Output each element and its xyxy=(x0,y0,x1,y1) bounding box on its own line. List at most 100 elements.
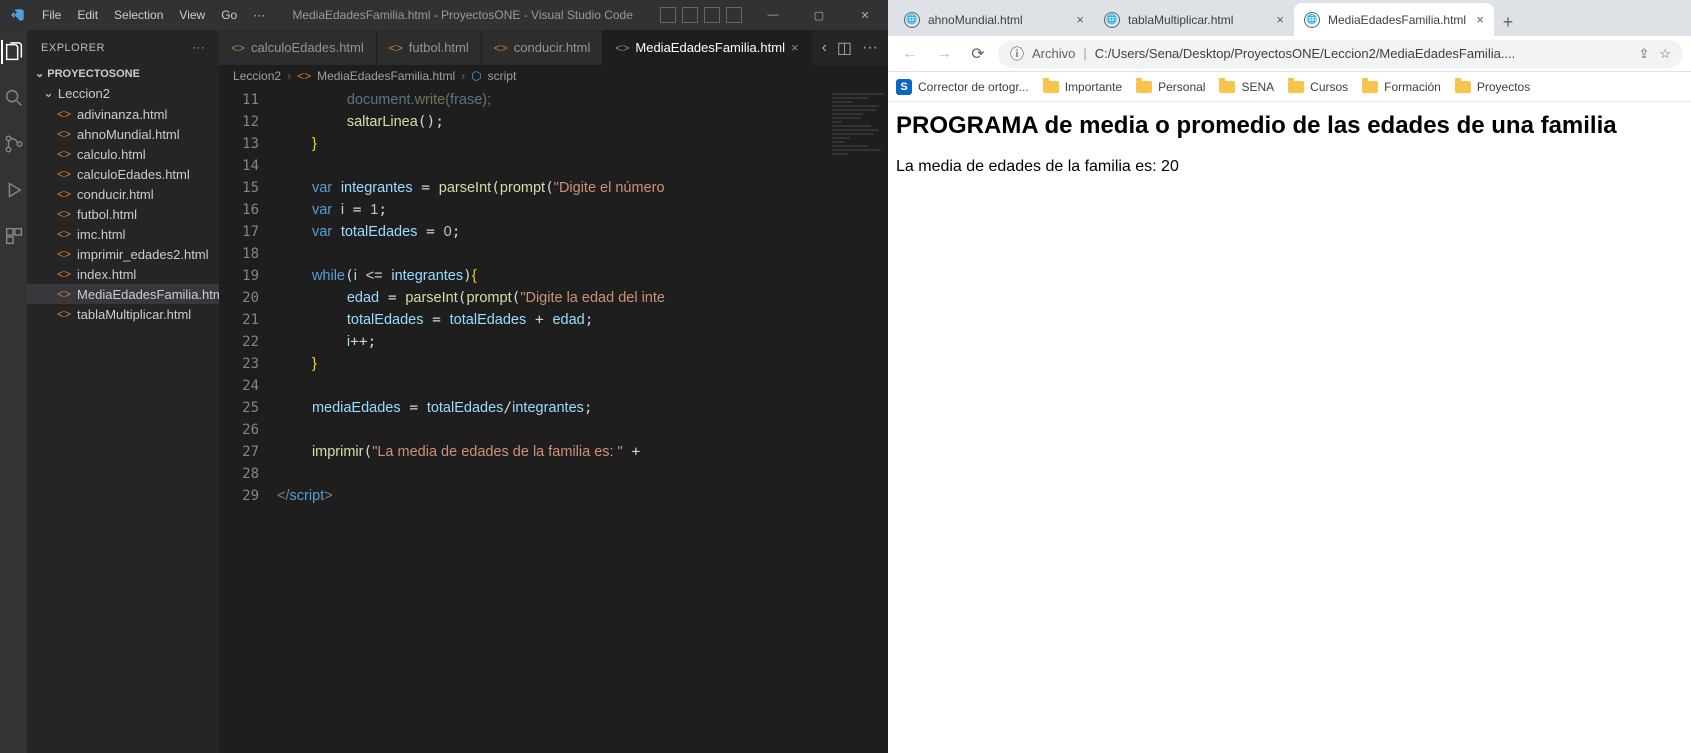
layout-icon[interactable] xyxy=(704,7,720,23)
close-icon[interactable]: × xyxy=(791,40,799,55)
minimize-button[interactable]: — xyxy=(750,0,796,30)
explorer-sidebar: EXPLORER ··· ⌄ PROYECTOSONE ⌄ Leccion2 <… xyxy=(27,30,219,753)
split-editor-icon[interactable]: ◫ xyxy=(837,38,852,58)
code-token: var xyxy=(312,224,332,240)
editor-tab[interactable]: <>calculoEdades.html xyxy=(219,30,377,65)
explorer-icon[interactable] xyxy=(1,40,25,64)
bookmark-item[interactable]: SENA xyxy=(1219,80,1274,94)
html-file-icon: <> xyxy=(57,267,71,281)
editor-area: <>calculoEdades.html<>futbol.html<>condu… xyxy=(219,30,888,753)
breadcrumb-segment[interactable]: script xyxy=(488,69,517,83)
breadcrumb[interactable]: Leccion2 › <> MediaEdadesFamilia.html › … xyxy=(219,65,888,87)
menu-go[interactable]: Go xyxy=(213,8,245,22)
search-icon[interactable] xyxy=(2,86,26,110)
code-token: edad xyxy=(552,312,584,328)
bookmark-item[interactable]: Personal xyxy=(1136,80,1205,94)
explorer-label: EXPLORER xyxy=(41,42,105,54)
layout-controls[interactable] xyxy=(652,7,750,23)
html-file-icon: <> xyxy=(57,287,71,301)
bookmark-item[interactable]: SCorrector de ortogr... xyxy=(896,79,1029,95)
editor-tab[interactable]: <> MediaEdadesFamilia.html × xyxy=(603,30,811,65)
tab-label: MediaEdadesFamilia.html xyxy=(635,40,785,55)
code-token: script xyxy=(290,488,325,504)
html-file-icon: <> xyxy=(57,107,71,121)
file-item[interactable]: <>tablaMultiplicar.html xyxy=(27,304,219,324)
file-item[interactable]: <>adivinanza.html xyxy=(27,104,219,124)
breadcrumb-segment[interactable]: Leccion2 xyxy=(233,69,281,83)
maximize-button[interactable]: ▢ xyxy=(796,0,842,30)
forward-button[interactable]: → xyxy=(930,40,958,68)
page-heading: PROGRAMA de media o promedio de las edad… xyxy=(896,112,1683,140)
html-file-icon: <> xyxy=(615,41,629,55)
code-token: prompt xyxy=(466,290,511,306)
chevron-left-icon[interactable]: ‹ xyxy=(822,39,827,57)
file-item[interactable]: <>conducir.html xyxy=(27,184,219,204)
folder-icon xyxy=(1288,81,1304,93)
breadcrumb-segment[interactable]: MediaEdadesFamilia.html xyxy=(317,69,455,83)
layout-icon[interactable] xyxy=(726,7,742,23)
code-token: totalEdades xyxy=(341,224,418,240)
close-icon[interactable]: × xyxy=(1276,12,1284,27)
file-item[interactable]: <>calculo.html xyxy=(27,144,219,164)
bookmark-item[interactable]: Cursos xyxy=(1288,80,1348,94)
back-button[interactable]: ← xyxy=(896,40,924,68)
minimap[interactable] xyxy=(828,87,888,753)
code-token: prompt xyxy=(500,180,545,196)
menu-view[interactable]: View xyxy=(171,8,213,22)
file-name: MediaEdadesFamilia.html xyxy=(77,287,227,302)
chevron-down-icon: ⌄ xyxy=(43,85,54,101)
browser-tabs: 🌐ahnoMundial.html×🌐tablaMultiplicar.html… xyxy=(888,0,1691,36)
code-token: integrantes xyxy=(512,400,584,416)
chevron-right-icon: › xyxy=(287,69,291,83)
reload-button[interactable]: ⟳ xyxy=(964,40,992,68)
code-token: "Digite el número xyxy=(554,180,665,196)
file-item[interactable]: <>index.html xyxy=(27,264,219,284)
share-icon[interactable]: ⇪ xyxy=(1638,46,1649,62)
menu-edit[interactable]: Edit xyxy=(69,8,106,22)
editor-tabs: <>calculoEdades.html<>futbol.html<>condu… xyxy=(219,30,888,65)
folder-leccion2[interactable]: ⌄ Leccion2 xyxy=(27,82,219,104)
file-item[interactable]: <>imprimir_edades2.html xyxy=(27,244,219,264)
project-root[interactable]: ⌄ PROYECTOSONE xyxy=(27,65,219,82)
info-icon[interactable]: ⓘ xyxy=(1010,44,1024,64)
tab-title: MediaEdadesFamilia.html xyxy=(1328,13,1468,27)
code-token: parseInt xyxy=(405,290,457,306)
script-icon: ⬡ xyxy=(471,69,481,83)
code-token: while xyxy=(312,268,345,284)
tab-label: calculoEdades.html xyxy=(251,40,364,55)
omnibox[interactable]: ⓘ Archivo | C:/Users/Sena/Desktop/Proyec… xyxy=(998,40,1683,68)
more-icon[interactable]: ··· xyxy=(862,39,878,57)
file-item[interactable]: <>ahnoMundial.html xyxy=(27,124,219,144)
layout-icon[interactable] xyxy=(660,7,676,23)
file-item[interactable]: <>MediaEdadesFamilia.html xyxy=(27,284,219,304)
explorer-more-icon[interactable]: ··· xyxy=(193,42,206,54)
chevron-right-icon: › xyxy=(461,69,465,83)
code-editor[interactable]: document.write(frase); saltarLinea(); } … xyxy=(277,87,828,753)
layout-icon[interactable] xyxy=(682,7,698,23)
browser-tab[interactable]: 🌐ahnoMundial.html× xyxy=(894,3,1094,36)
code-token: "Digite la edad del inte xyxy=(520,290,665,306)
menu-selection[interactable]: Selection xyxy=(106,8,171,22)
menu-more[interactable]: ··· xyxy=(245,8,273,22)
file-item[interactable]: <>imc.html xyxy=(27,224,219,244)
file-item[interactable]: <>futbol.html xyxy=(27,204,219,224)
run-debug-icon[interactable] xyxy=(2,178,26,202)
code-token: integrantes xyxy=(391,268,463,284)
close-button[interactable]: ✕ xyxy=(842,0,888,30)
browser-tab[interactable]: 🌐tablaMultiplicar.html× xyxy=(1094,3,1294,36)
file-item[interactable]: <>calculoEdades.html xyxy=(27,164,219,184)
new-tab-button[interactable]: + xyxy=(1494,8,1522,36)
menu-file[interactable]: File xyxy=(34,8,69,22)
extensions-icon[interactable] xyxy=(2,224,26,248)
bookmark-item[interactable]: Proyectos xyxy=(1455,80,1530,94)
editor-tab[interactable]: <>conducir.html xyxy=(482,30,604,65)
bookmark-item[interactable]: Formación xyxy=(1362,80,1441,94)
browser-tab[interactable]: 🌐MediaEdadesFamilia.html× xyxy=(1294,3,1494,36)
close-icon[interactable]: × xyxy=(1476,12,1484,27)
editor-tab[interactable]: <>futbol.html xyxy=(377,30,482,65)
close-icon[interactable]: × xyxy=(1076,12,1084,27)
source-control-icon[interactable] xyxy=(2,132,26,156)
star-icon[interactable]: ☆ xyxy=(1659,46,1671,62)
bookmark-item[interactable]: Importante xyxy=(1043,80,1122,94)
html-file-icon: <> xyxy=(57,247,71,261)
